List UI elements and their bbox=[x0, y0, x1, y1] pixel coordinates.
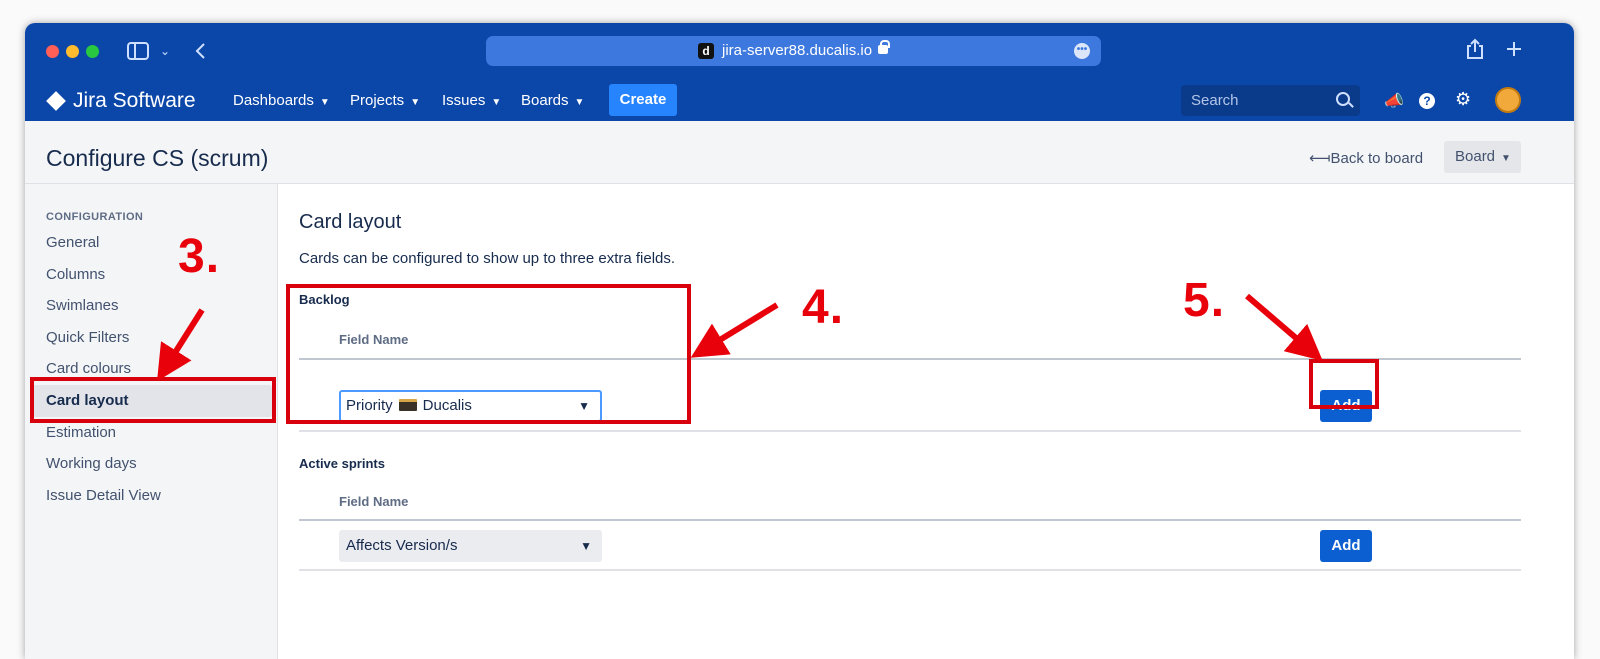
arrow-step-5 bbox=[1245, 293, 1323, 361]
arrow-step-3 bbox=[157, 308, 205, 382]
arrow-step-4 bbox=[690, 302, 779, 358]
browser-window: ⌄ d jira-server88.ducalis.io ••• Jira So… bbox=[25, 23, 1574, 659]
annotation-arrows bbox=[157, 293, 1323, 382]
screenshot-stage: ⌄ d jira-server88.ducalis.io ••• Jira So… bbox=[0, 0, 1600, 659]
